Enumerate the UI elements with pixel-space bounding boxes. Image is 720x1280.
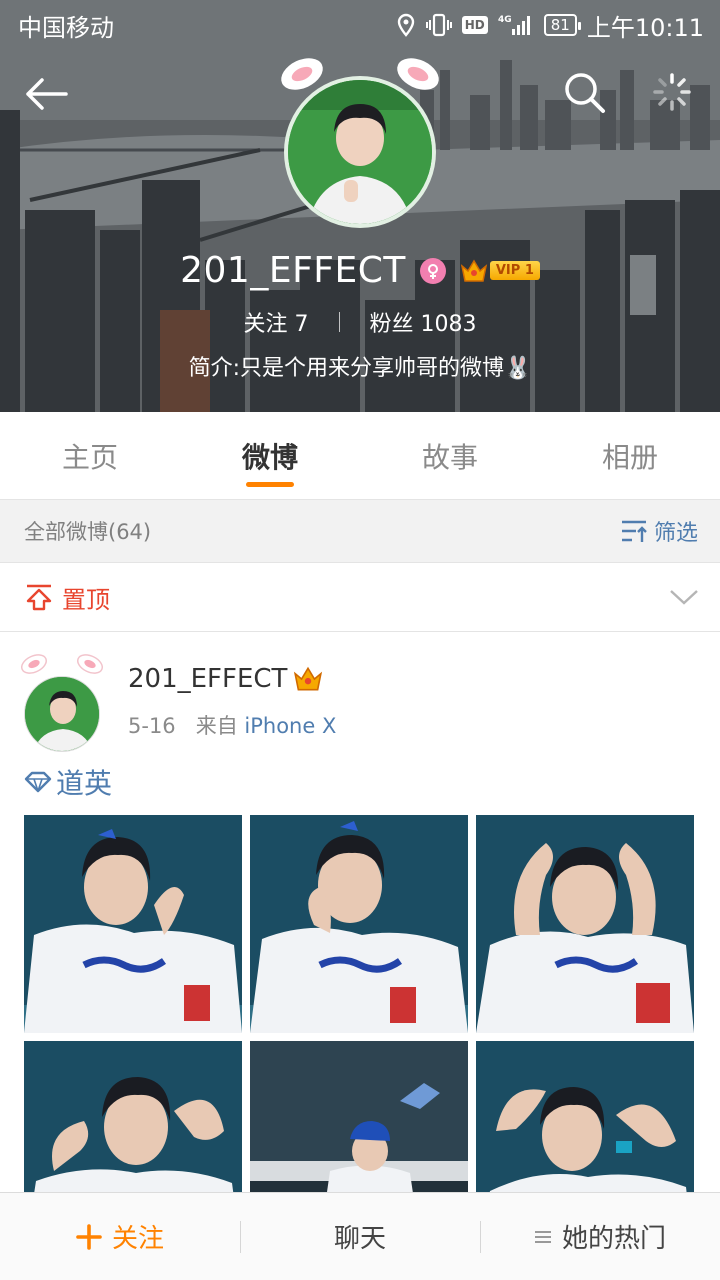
hot-posts-button[interactable]: 她的热门 xyxy=(480,1193,720,1280)
chevron-down-icon[interactable] xyxy=(668,587,700,607)
bottom-action-bar: 关注 聊天 她的热门 xyxy=(0,1192,720,1280)
post-source-link[interactable]: iPhone X xyxy=(244,714,336,738)
status-icons: HD 4G 81 上午10:11 xyxy=(396,8,704,43)
post-topic-label: 道英 xyxy=(56,767,113,800)
filter-button[interactable]: 筛选 xyxy=(620,515,698,547)
arrow-left-icon xyxy=(26,78,68,110)
tab-weibo[interactable]: 微博 xyxy=(180,412,360,499)
stats-divider xyxy=(338,312,340,332)
follow-button[interactable]: 关注 xyxy=(0,1193,240,1280)
clock: 上午10:11 xyxy=(586,13,704,42)
plus-icon xyxy=(76,1223,102,1250)
signal-icon: 4G xyxy=(498,13,534,37)
female-icon xyxy=(419,257,446,284)
post-date: 5-16 xyxy=(128,714,176,738)
tab-stories[interactable]: 故事 xyxy=(360,412,540,499)
followers-label: 粉丝 xyxy=(369,312,414,337)
vip-level-label: VIP 1 xyxy=(489,261,540,280)
post-topic-link[interactable]: 道英 xyxy=(24,762,112,802)
tab-home[interactable]: 主页 xyxy=(0,412,180,499)
loading-button[interactable] xyxy=(652,72,692,112)
filter-label: 筛选 xyxy=(653,521,698,546)
diamond-icon xyxy=(24,771,52,793)
crown-icon xyxy=(294,666,323,691)
chat-button[interactable]: 聊天 xyxy=(240,1193,480,1280)
tab-album[interactable]: 相册 xyxy=(540,412,720,499)
avatar-image xyxy=(24,676,100,752)
post-photo-3[interactable] xyxy=(476,815,694,1033)
battery-indicator: 81 xyxy=(543,14,581,36)
profile-avatar[interactable] xyxy=(284,76,436,228)
followers-stat[interactable]: 粉丝 1083 xyxy=(370,306,477,338)
search-icon xyxy=(565,73,605,113)
status-bar: 中国移动 HD 4G 81 上午10:11 xyxy=(0,0,720,50)
profile-username: 201_EFFECT xyxy=(180,250,406,291)
post-from-label: 来自 xyxy=(195,714,238,738)
post-photo-1[interactable] xyxy=(24,815,242,1033)
pin-top-icon xyxy=(26,584,52,611)
profile-bio: 简介:只是个用来分享帅哥的微博🐰 xyxy=(188,356,532,381)
crown-icon xyxy=(460,259,488,282)
profile-stats: 关注 7 粉丝 1083 xyxy=(0,306,720,338)
pinned-section[interactable]: 置顶 xyxy=(0,562,720,632)
following-count: 7 xyxy=(294,312,309,337)
profile-name-row: 201_EFFECT VIP 1 xyxy=(0,250,720,291)
vibrate-icon xyxy=(425,13,452,37)
pinned-header: 置顶 xyxy=(24,580,110,615)
hot-posts-label: 她的热门 xyxy=(561,1224,666,1254)
location-icon xyxy=(396,13,416,37)
svg-text:4G: 4G xyxy=(498,15,512,25)
search-button[interactable] xyxy=(562,70,608,116)
all-posts-count: 全部微博(64) xyxy=(24,520,152,544)
chat-label: 聊天 xyxy=(333,1224,386,1254)
carrier-label: 中国移动 xyxy=(18,13,114,42)
post-author-avatar[interactable] xyxy=(18,648,106,758)
post-meta: 5-16 来自 iPhone X xyxy=(128,710,336,740)
back-button[interactable] xyxy=(22,72,70,116)
post-photo-2[interactable] xyxy=(250,815,468,1033)
loading-spinner-icon xyxy=(653,73,691,111)
following-stat[interactable]: 关注 7 xyxy=(243,306,308,338)
vip-badge[interactable]: VIP 1 xyxy=(460,258,540,284)
post-author-name[interactable]: 201_EFFECT xyxy=(128,664,287,694)
avatar-image xyxy=(284,76,436,228)
post-author-row: 201_EFFECT xyxy=(128,664,323,694)
filter-icon xyxy=(621,520,647,542)
followers-count: 1083 xyxy=(420,312,477,337)
profile-tabs: 主页 微博 故事 相册 xyxy=(0,412,720,500)
pinned-label: 置顶 xyxy=(62,585,110,614)
hd-badge: HD xyxy=(461,16,488,34)
follow-label: 关注 xyxy=(111,1224,164,1254)
posts-filter-bar: 全部微博(64) 筛选 xyxy=(0,500,720,562)
following-label: 关注 xyxy=(243,312,288,337)
profile-cover: 中国移动 HD 4G 81 上午10:11 201_EFFECT VIP 1 关… xyxy=(0,0,720,412)
weibo-post: 201_EFFECT 5-16 来自 iPhone X 道英 xyxy=(0,632,720,1259)
menu-icon xyxy=(534,1230,551,1243)
